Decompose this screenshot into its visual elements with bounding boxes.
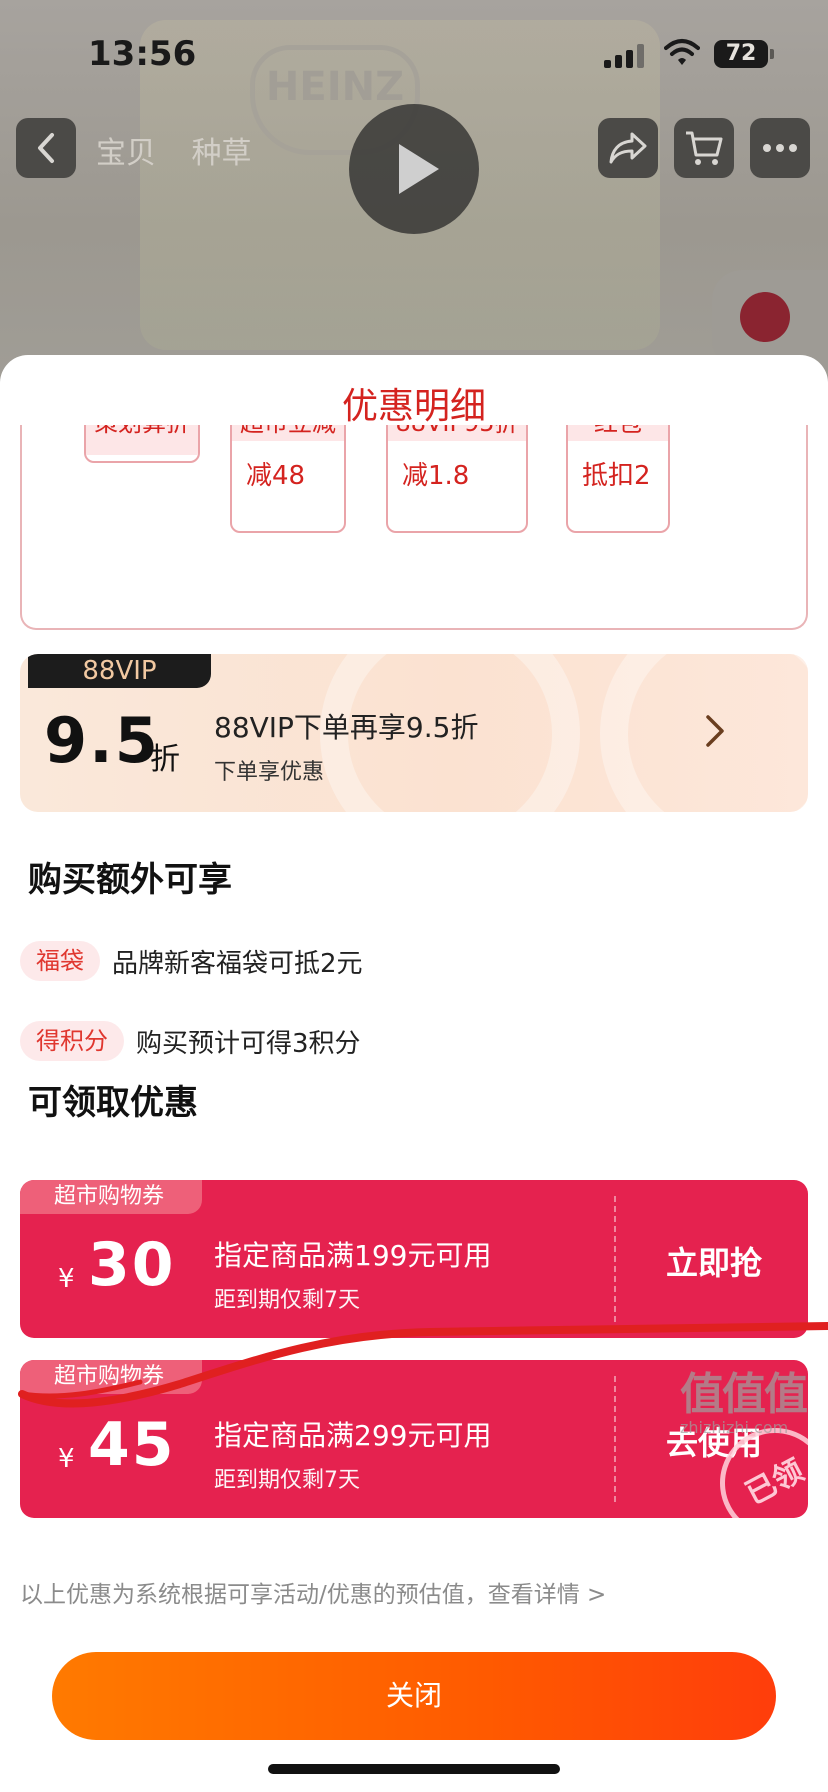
footnote-link[interactable]: 以上优惠为系统根据可享活动/优惠的预估值，查看详情 > (20, 1575, 606, 1609)
vip-subtitle: 下单享优惠 (214, 760, 325, 785)
site-watermark: 值值值 zhizhizhi.com (680, 1358, 828, 1437)
vip-discount-unit: 折 (150, 742, 180, 777)
more-icon (763, 144, 797, 152)
sheet-title: 优惠明细 (341, 386, 486, 427)
perk-tag: 得积分 (20, 1021, 124, 1061)
bar-chart-icon (740, 292, 790, 342)
coupon-expiry: 距到期仅剩7天 (214, 1468, 360, 1493)
watermark-logo: 值值值 (680, 1369, 808, 1420)
currency-symbol: ¥ (58, 1264, 75, 1294)
home-indicator (268, 1764, 560, 1774)
perk-text: 品牌新客福袋可抵2元 (112, 948, 363, 979)
close-button[interactable]: 关闭 (52, 1652, 776, 1740)
more-button[interactable] (750, 118, 810, 178)
wifi-icon (664, 39, 700, 65)
perk-row: 福袋 品牌新客福袋可抵2元 (20, 941, 363, 981)
cart-button[interactable] (674, 118, 734, 178)
extra-perks-title: 购买额外可享 (28, 860, 232, 900)
coupon-tag: 超市购物券 (20, 1180, 202, 1214)
tab-item[interactable]: 宝贝 (96, 136, 156, 171)
tab-grass[interactable]: 种草 (192, 136, 252, 171)
video-play-button[interactable] (349, 104, 479, 234)
cart-icon (686, 131, 723, 165)
discount-details-sheet: 优惠明细 策划算折 超市立减 减48 88VIP95折 减1.8 红包 抵扣2 … (0, 355, 828, 1792)
vip-title: 88VIP下单再享9.5折 (214, 711, 479, 744)
vip-discount-card[interactable]: 88VIP 9.5 折 88VIP下单再享9.5折 下单享优惠 (20, 654, 808, 812)
coupon-expiry: 距到期仅剩7天 (214, 1288, 360, 1313)
perk-text: 购买预计可得3积分 (136, 1028, 361, 1059)
coupon-amount: 30 (88, 1230, 176, 1300)
page-tabs: 宝贝 种草 (96, 128, 278, 172)
perk-row: 得积分 购买预计可得3积分 (20, 1021, 361, 1061)
claimable-title: 可领取优惠 (28, 1083, 198, 1123)
coupon-card: 超市购物券 ¥ 30 指定商品满199元可用 距到期仅剩7天 立即抢 (20, 1180, 808, 1338)
price-breakdown-box: 策划算折 超市立减 减48 88VIP95折 减1.8 红包 抵扣2 (20, 425, 808, 630)
share-icon (609, 132, 647, 164)
share-button[interactable] (598, 118, 658, 178)
claim-coupon-button[interactable]: 立即抢 (666, 1238, 762, 1284)
vip-badge: 88VIP (28, 654, 211, 688)
coupon-condition: 指定商品满199元可用 (214, 1239, 492, 1272)
vip-discount-value: 9.5 (44, 704, 160, 777)
coupon-divider (614, 1196, 616, 1322)
status-bar: 13:56 72 (0, 0, 828, 110)
battery-icon: 72 (714, 40, 774, 68)
breakdown-chip: 红包 抵扣2 (566, 425, 670, 533)
breakdown-chip: 超市立减 减48 (230, 425, 346, 533)
cellular-signal-icon (604, 44, 646, 68)
perk-tag: 福袋 (20, 941, 100, 981)
breakdown-chip: 策划算折 (84, 425, 200, 463)
status-time: 13:56 (88, 34, 197, 74)
back-button[interactable] (16, 118, 76, 178)
currency-symbol: ¥ (58, 1444, 75, 1474)
breakdown-chip: 88VIP95折 减1.8 (386, 425, 528, 533)
chevron-right-icon (706, 715, 724, 747)
chevron-left-icon (38, 133, 54, 163)
